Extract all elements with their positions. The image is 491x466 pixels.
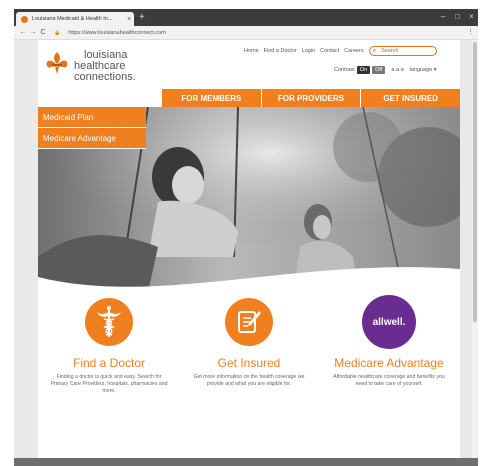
back-icon[interactable]: ← [18, 29, 28, 36]
forward-icon[interactable]: → [28, 29, 38, 36]
close-window-icon[interactable]: × [469, 10, 474, 24]
search-icon: ⌕ [372, 47, 377, 54]
dropdown-medicare-advantage[interactable]: Medicare Advantage [38, 128, 146, 149]
fleur-de-lis-favicon-icon [21, 15, 28, 23]
language-selector[interactable]: language ▾ [410, 67, 437, 73]
taskbar [14, 458, 478, 466]
card-desc-medicare-advantage: Affordable healthcare coverage and benef… [333, 374, 445, 387]
careers-link[interactable]: Careers [344, 48, 364, 54]
maximize-icon[interactable]: □ [455, 10, 460, 24]
web-page: louisiana healthcare connections. Home F… [38, 40, 460, 458]
nav-for-members[interactable]: FOR MEMBERS [162, 89, 262, 107]
card-title-find-doctor[interactable]: Find a Doctor [48, 356, 170, 370]
find-doctor-card[interactable]: Find a Doctor Finding a doctor is quick … [48, 298, 170, 395]
allwell-logo-text: allwell. [372, 316, 406, 328]
contrast-on-button[interactable]: On [356, 66, 371, 74]
lock-icon: 🔒 [54, 29, 61, 36]
search-placeholder: Search [381, 48, 399, 54]
tab-title: Louisiana Medicaid & Health In... [32, 16, 113, 22]
url-field[interactable]: https://www.louisianahealthconnect.com [68, 30, 166, 36]
allwell-logo-icon: allwell. [362, 295, 416, 349]
home-link[interactable]: Home [244, 48, 259, 54]
accessibility-controls: Contrast On Off a a a language ▾ [334, 66, 437, 74]
reload-icon[interactable]: C [38, 29, 48, 36]
card-desc-get-insured: Get more information on the health cover… [193, 374, 305, 387]
card-desc-find-doctor: Finding a doctor is quick and easy. Sear… [50, 374, 168, 394]
form-pencil-icon [225, 298, 273, 346]
contrast-label: Contrast [334, 67, 355, 73]
card-title-medicare-advantage[interactable]: Medicare Advantage [328, 356, 450, 370]
font-size-controls[interactable]: a a a [391, 67, 403, 73]
find-doctor-link[interactable]: Find a Doctor [264, 48, 297, 54]
get-insured-card[interactable]: Get Insured Get more information on the … [188, 298, 310, 388]
members-dropdown-menu: Medicaid Plan Medicare Advantage [38, 107, 146, 149]
address-bar: ← → C 🔒 https://www.louisianahealthconne… [14, 26, 478, 40]
caduceus-icon [85, 298, 133, 346]
card-title-get-insured[interactable]: Get Insured [188, 356, 310, 370]
search-input[interactable]: ⌕ Search [368, 46, 437, 56]
main-nav: FOR MEMBERS FOR PROVIDERS GET INSURED [162, 89, 460, 107]
login-link[interactable]: Login [302, 48, 315, 54]
nav-for-providers[interactable]: FOR PROVIDERS [262, 89, 362, 107]
contact-link[interactable]: Contact [320, 48, 339, 54]
contrast-off-button[interactable]: Off [372, 66, 386, 74]
browser-tabstrip: Louisiana Medicaid & Health In... × + – … [14, 9, 478, 26]
logo-text-line3: connections. [74, 71, 136, 83]
site-logo[interactable]: louisiana healthcare connections. [44, 50, 136, 83]
new-tab-button[interactable]: + [139, 11, 145, 25]
scrollbar-thumb[interactable] [473, 42, 477, 322]
page-frame: louisiana healthcare connections. Home F… [14, 40, 478, 458]
tab-close-icon[interactable]: × [124, 16, 134, 23]
page-scrollbar[interactable] [472, 40, 478, 458]
browser-tab[interactable]: Louisiana Medicaid & Health In... × [16, 12, 134, 26]
browser-menu-icon[interactable]: ⋮ [467, 28, 474, 36]
minimize-icon[interactable]: – [441, 10, 445, 24]
nav-get-insured[interactable]: GET INSURED [361, 89, 460, 107]
utility-nav: Home Find a Doctor Login Contact Careers… [244, 46, 437, 56]
medicare-advantage-card[interactable]: allwell. Medicare Advantage Affordable h… [328, 295, 450, 388]
dropdown-medicaid-plan[interactable]: Medicaid Plan [38, 107, 146, 128]
fleur-de-lis-logo-icon [46, 52, 68, 74]
